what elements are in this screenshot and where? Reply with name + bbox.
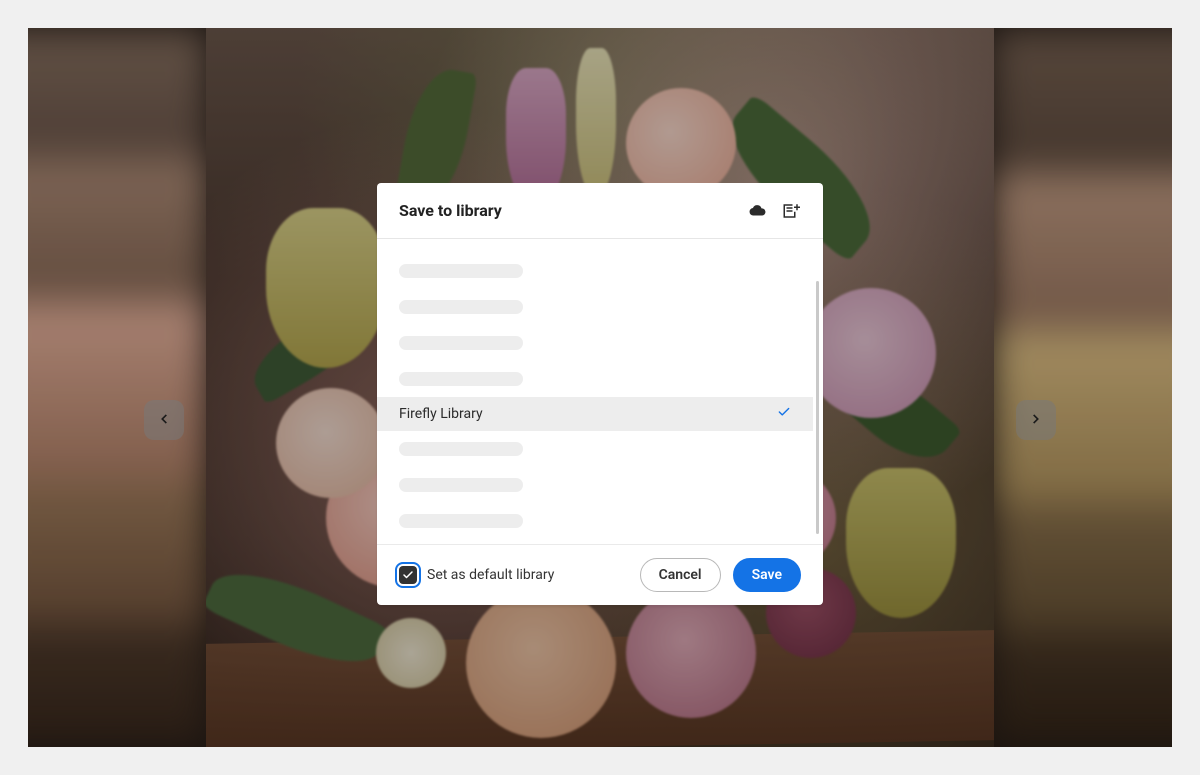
scrollbar[interactable] — [816, 281, 819, 534]
dialog-footer: Set as default library Cancel Save — [377, 544, 823, 605]
library-item-placeholder[interactable] — [377, 289, 813, 325]
backdrop-blur-left — [28, 28, 208, 747]
library-item-placeholder[interactable] — [377, 361, 813, 397]
create-library-icon[interactable] — [781, 201, 801, 221]
library-item-placeholder[interactable] — [377, 503, 813, 539]
cloud-icon[interactable] — [747, 201, 767, 221]
check-icon — [777, 405, 791, 423]
chevron-right-icon — [1029, 411, 1043, 430]
image-viewer-stage: Save to library Firefly Library — [28, 28, 1172, 747]
library-item-label: Firefly Library — [399, 406, 777, 422]
next-image-button[interactable] — [1016, 400, 1056, 440]
dialog-title: Save to library — [399, 201, 733, 220]
library-item-placeholder[interactable] — [377, 431, 813, 467]
chevron-left-icon — [157, 411, 171, 430]
save-button[interactable]: Save — [733, 558, 801, 592]
library-list[interactable]: Firefly Library — [377, 239, 823, 544]
save-to-library-dialog: Save to library Firefly Library — [377, 183, 823, 605]
library-item-placeholder[interactable] — [377, 467, 813, 503]
library-item-placeholder[interactable] — [377, 325, 813, 361]
library-item-placeholder[interactable] — [377, 253, 813, 289]
library-item-selected[interactable]: Firefly Library — [377, 397, 813, 431]
backdrop-blur-right — [992, 28, 1172, 747]
dialog-header: Save to library — [377, 183, 823, 239]
cancel-button[interactable]: Cancel — [640, 558, 721, 592]
set-default-checkbox[interactable] — [399, 566, 417, 584]
previous-image-button[interactable] — [144, 400, 184, 440]
set-default-label: Set as default library — [427, 567, 554, 583]
